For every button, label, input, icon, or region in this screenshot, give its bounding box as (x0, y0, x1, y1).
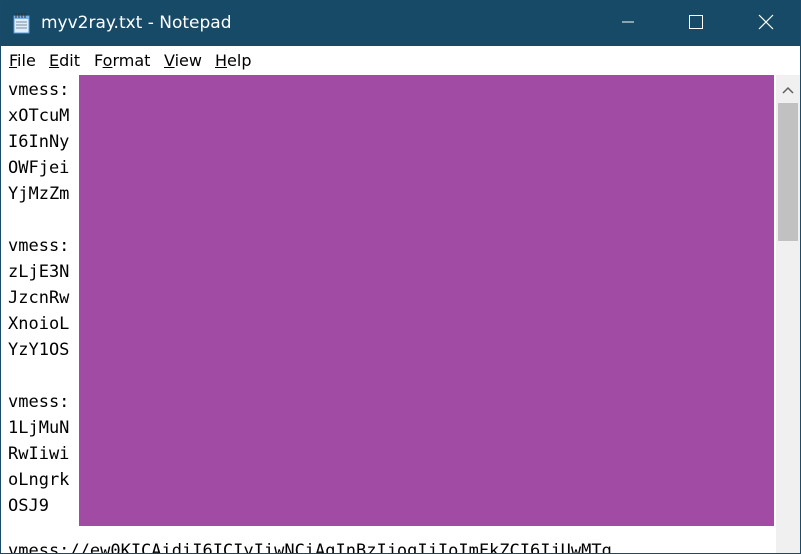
menu-format[interactable]: Format (94, 51, 150, 71)
notepad-icon (11, 12, 33, 34)
chevron-up-icon (782, 79, 794, 98)
menu-edit-mnemonic: E (49, 51, 60, 70)
menu-file-label: ile (17, 51, 36, 70)
menu-help[interactable]: Help (215, 51, 251, 71)
minimize-icon (621, 14, 635, 33)
menu-help-label: elp (227, 51, 252, 70)
close-icon (758, 14, 774, 34)
maximize-button[interactable] (673, 1, 719, 46)
text-line: JzcnRw (8, 288, 70, 308)
text-line: YjMzZm (8, 184, 70, 204)
menu-view[interactable]: View (164, 51, 202, 71)
text-line: YzY1OS (8, 340, 70, 360)
vertical-scrollbar[interactable] (776, 75, 800, 553)
notepad-window: myv2ray.txt - Notepad File Edit Format V… (0, 0, 801, 554)
title-bar[interactable]: myv2ray.txt - Notepad (1, 1, 800, 46)
menu-bar: File Edit Format View Help (1, 46, 800, 76)
text-editor[interactable]: vmess: xOTcuM I6InNy OWFjei YjMzZm vmess… (1, 75, 776, 553)
menu-file-mnemonic: F (9, 51, 18, 70)
minimize-button[interactable] (605, 1, 651, 46)
text-line: oLngrk (8, 470, 70, 490)
redaction-block (79, 75, 774, 526)
menu-format-mnemonic: o (102, 51, 113, 70)
menu-format-prefix: F (94, 51, 103, 70)
scroll-up-button[interactable] (776, 75, 800, 101)
menu-view-label: iew (174, 51, 202, 70)
scrollbar-thumb[interactable] (778, 103, 798, 241)
close-button[interactable] (743, 1, 789, 46)
text-line: vmess: (8, 80, 70, 100)
menu-help-mnemonic: H (215, 51, 228, 70)
text-line: RwIiwi (8, 444, 70, 464)
text-line: I6InNy (8, 132, 70, 152)
text-line: 1LjMuN (8, 418, 70, 438)
text-line: vmess://ew0KICAidiI6ICIyIiwNCiAgInBzIjog… (8, 541, 612, 553)
menu-view-mnemonic: V (164, 51, 175, 70)
menu-file[interactable]: File (9, 51, 36, 71)
menu-edit[interactable]: Edit (49, 51, 80, 71)
text-line: vmess: (8, 392, 70, 412)
text-line: OSJ9 (8, 496, 49, 516)
text-line: xOTcuM (8, 106, 70, 126)
text-line: OWFjei (8, 158, 70, 178)
text-line: zLjE3N (8, 262, 70, 282)
window-title: myv2ray.txt - Notepad (41, 13, 232, 33)
text-line: vmess: (8, 236, 70, 256)
menu-edit-label: dit (59, 51, 80, 70)
text-line: XnoioL (8, 314, 70, 334)
maximize-icon (689, 14, 703, 33)
menu-format-label: rmat (112, 51, 151, 70)
